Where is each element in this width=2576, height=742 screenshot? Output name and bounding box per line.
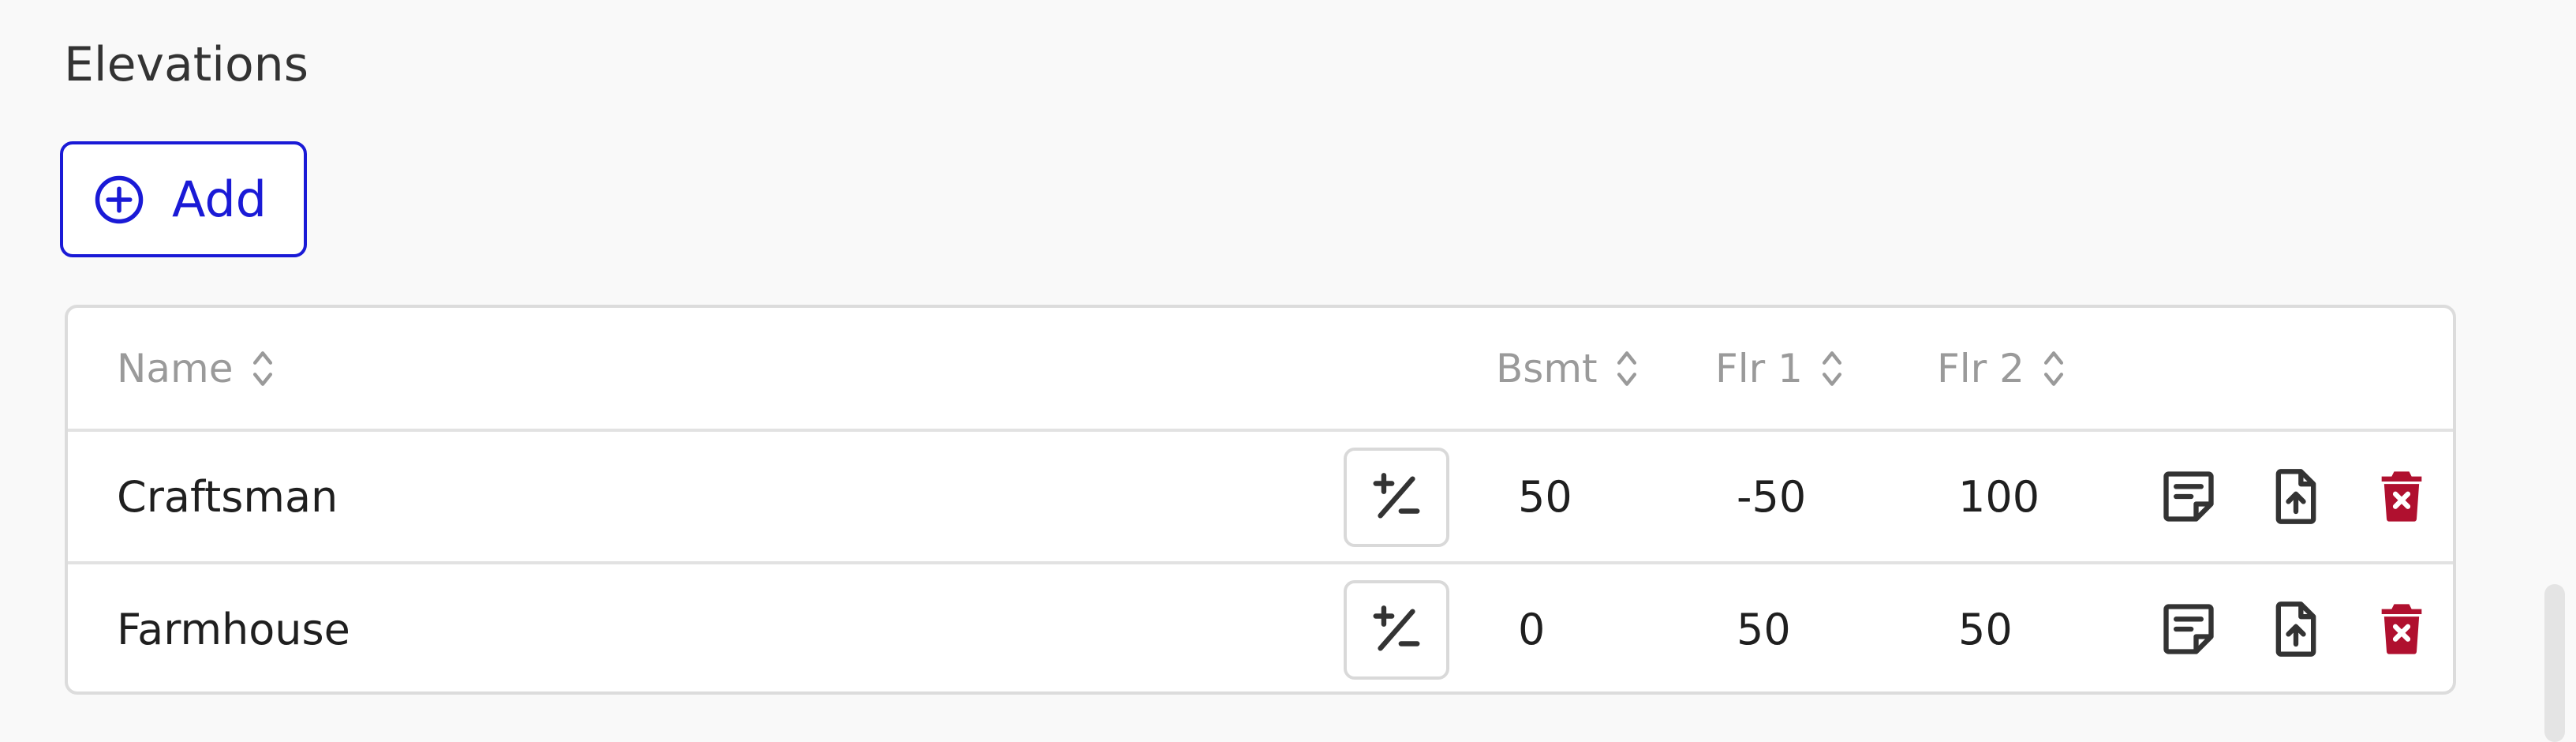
column-header-flr2[interactable]: Flr 2 — [1937, 308, 2066, 429]
note-icon[interactable] — [2159, 599, 2219, 659]
table-row: Craftsman 50 -50 100 — [68, 432, 2453, 564]
row-flr1: 50 — [1737, 604, 1791, 654]
file-upload-icon[interactable] — [2266, 599, 2326, 659]
row-flr1: -50 — [1737, 471, 1807, 522]
column-header-flr1[interactable]: Flr 1 — [1715, 308, 1844, 429]
table-header: Name Bsmt Flr 1 Flr 2 — [68, 308, 2453, 432]
row-bsmt: 50 — [1518, 471, 1572, 522]
column-header-name[interactable]: Name — [117, 308, 275, 429]
sort-icon — [1617, 350, 1636, 386]
sort-icon — [2043, 350, 2063, 386]
row-bsmt: 0 — [1518, 604, 1546, 654]
column-header-name-label: Name — [117, 345, 234, 392]
plus-minus-icon — [1373, 473, 1420, 519]
row-name: Farmhouse — [117, 604, 350, 654]
column-header-flr2-label: Flr 2 — [1937, 345, 2025, 392]
file-upload-icon[interactable] — [2266, 467, 2326, 527]
plus-circle-icon — [95, 175, 144, 223]
add-button-label: Add — [172, 171, 267, 228]
sort-icon — [1822, 350, 1841, 386]
add-button[interactable]: Add — [60, 141, 307, 257]
column-header-bsmt[interactable]: Bsmt — [1496, 308, 1639, 429]
column-header-bsmt-label: Bsmt — [1496, 345, 1598, 392]
note-icon[interactable] — [2159, 467, 2219, 527]
delete-icon[interactable] — [2372, 467, 2432, 527]
sort-icon — [252, 350, 272, 386]
section-title: Elevations — [64, 37, 308, 92]
adjust-values-button[interactable] — [1344, 580, 1449, 680]
scrollbar[interactable] — [2544, 584, 2565, 742]
row-flr2: 50 — [1958, 604, 2013, 654]
plus-minus-icon — [1373, 605, 1420, 651]
adjust-values-button[interactable] — [1344, 448, 1449, 547]
row-name: Craftsman — [117, 471, 338, 522]
elevations-table: Name Bsmt Flr 1 Flr 2 Craftsman 50 -50 1… — [65, 305, 2456, 695]
table-row: Farmhouse 0 50 50 — [68, 564, 2453, 691]
delete-icon[interactable] — [2372, 599, 2432, 659]
row-flr2: 100 — [1958, 471, 2040, 522]
column-header-flr1-label: Flr 1 — [1715, 345, 1803, 392]
